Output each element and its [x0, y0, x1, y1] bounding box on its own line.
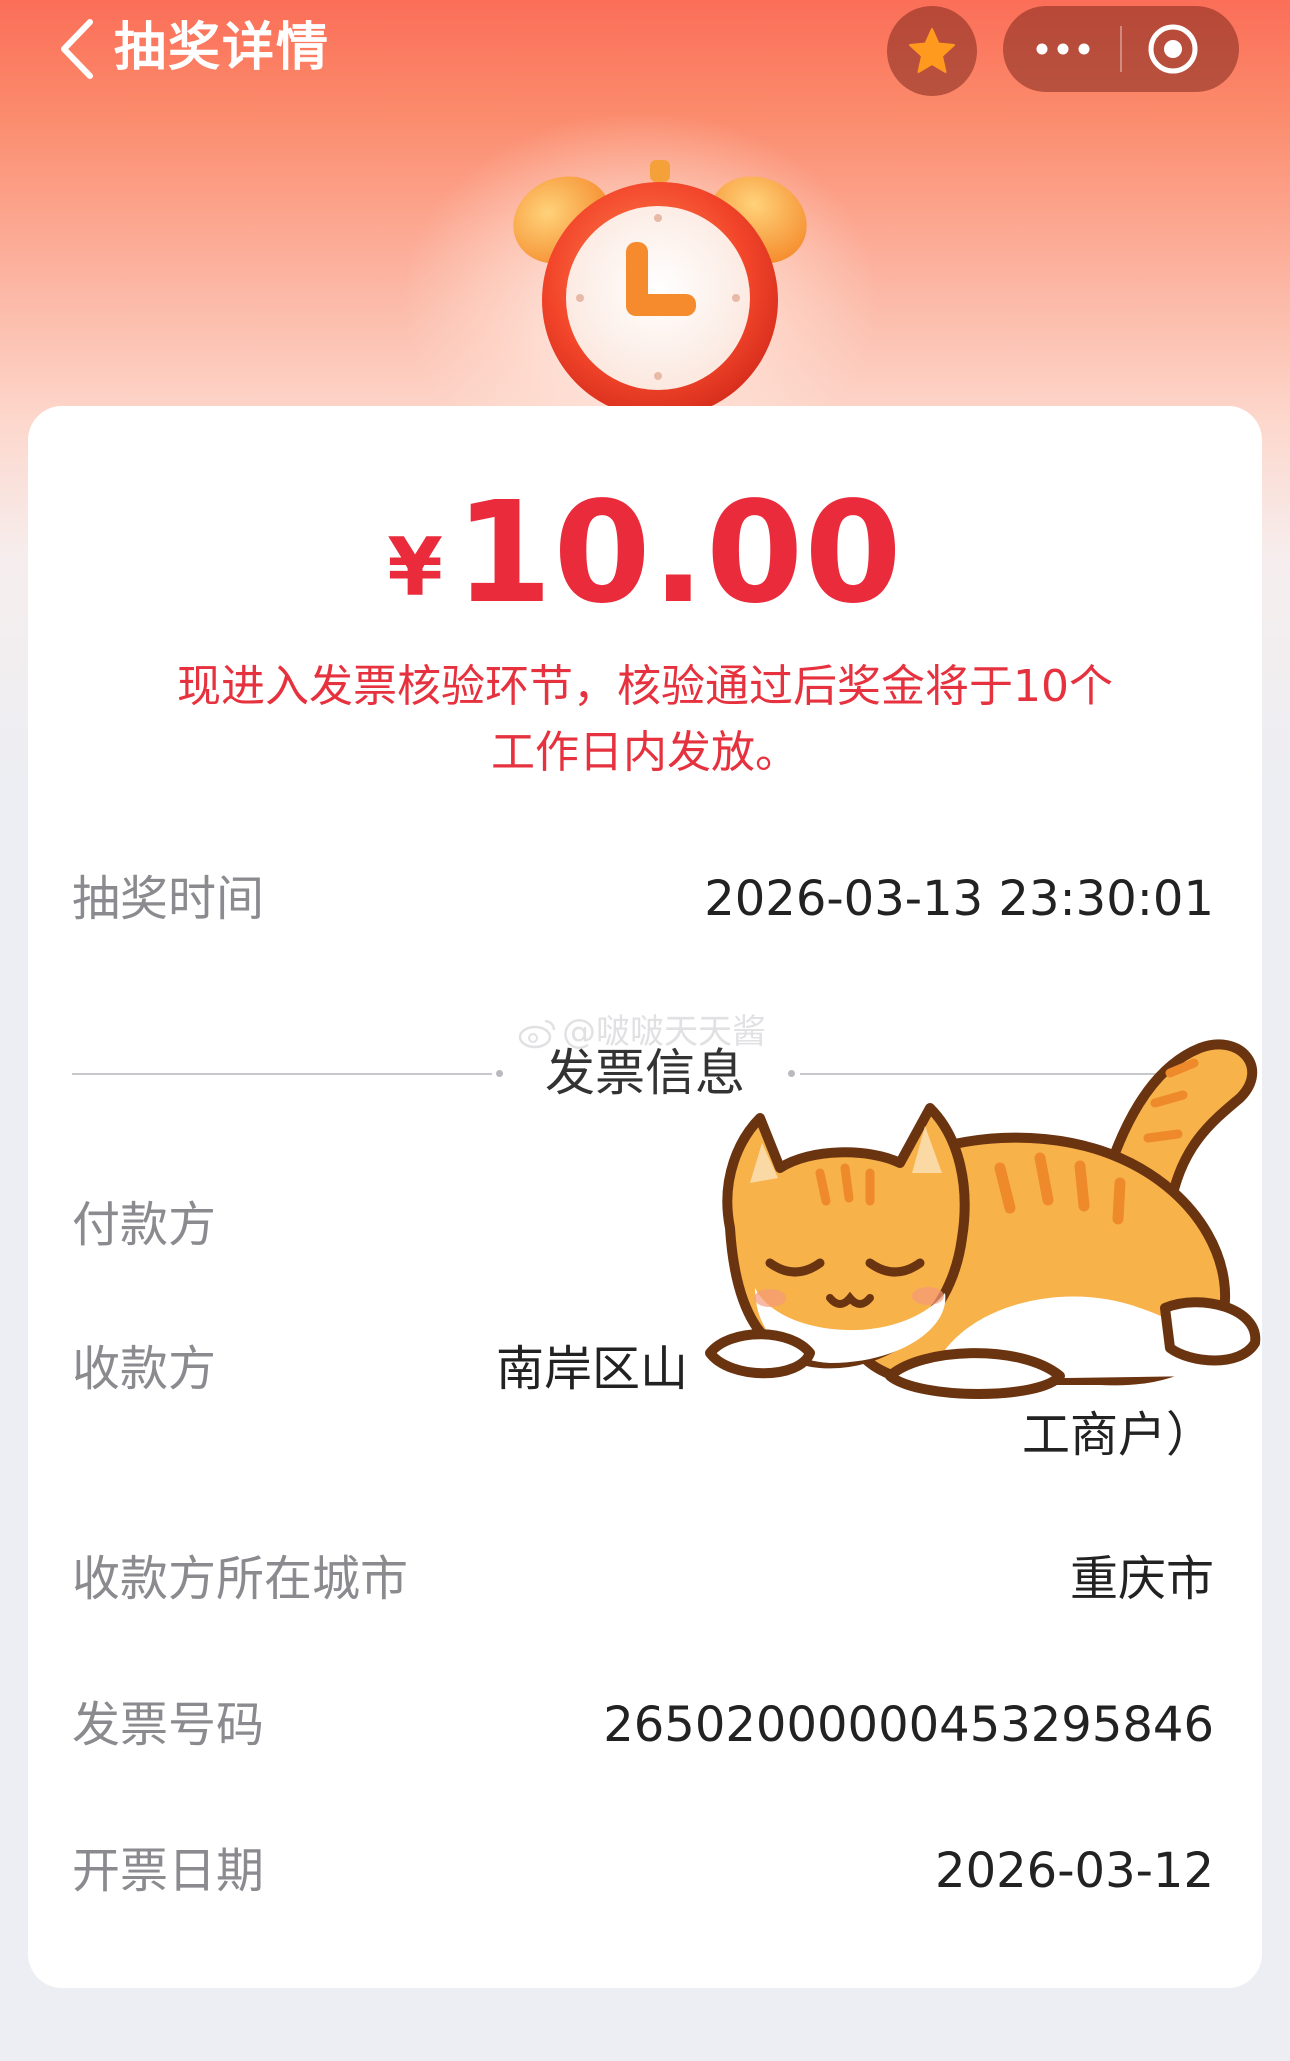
currency-symbol: ¥ [387, 521, 443, 614]
alarm-clock-icon [513, 160, 807, 418]
invoice-number-label: 发票号码 [72, 1697, 265, 1753]
page-title: 抽奖详情 [114, 18, 331, 78]
nav-bar: 抽奖详情 [0, 0, 1290, 100]
capsule-divider [1120, 26, 1122, 72]
invoice-date-label: 开票日期 [72, 1843, 265, 1899]
more-dots-icon[interactable] [1033, 36, 1093, 62]
verification-notice: 现进入发票核验环节，核验通过后奖金将于10个工作日内发放。 [177, 661, 1113, 778]
draw-time-label: 抽奖时间 [72, 871, 265, 927]
payer-label: 付款方 [72, 1197, 217, 1253]
amount-value: 10.00 [454, 472, 903, 635]
chevron-left-icon [61, 19, 93, 79]
draw-time-value: 2026-03-13 23:30:01 [704, 871, 1214, 927]
star-icon [909, 28, 955, 73]
back-button[interactable] [56, 14, 100, 84]
mini-program-capsule [1003, 6, 1239, 92]
prize-amount: ¥10.00 [28, 474, 1262, 676]
city-label: 收款方所在城市 [72, 1551, 409, 1607]
payee-label: 收款方 [72, 1341, 217, 1397]
city-value: 重庆市 [1069, 1551, 1214, 1607]
favorite-button[interactable] [887, 6, 977, 96]
target-circle-icon[interactable] [1145, 21, 1201, 77]
payee-value-line1: 南岸区山 [496, 1341, 689, 1397]
sleeping-cat-sticker-icon [705, 1039, 1261, 1399]
invoice-number-value: 26502000000453295846 [603, 1697, 1214, 1753]
invoice-date-value: 2026-03-12 [935, 1843, 1214, 1899]
